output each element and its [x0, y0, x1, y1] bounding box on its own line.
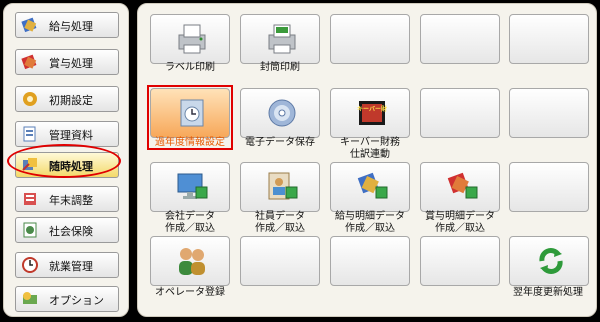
- keeper-finance-badge: キーバー財: [357, 106, 387, 113]
- bonus-icon: [21, 54, 37, 70]
- empty-tile[interactable]: [509, 88, 589, 138]
- sidebar-item-adhoc-processing[interactable]: 随時処理: [15, 152, 119, 178]
- keeper-finance-label: キーバー財務: [340, 137, 400, 148]
- employee-data-import-button[interactable]: [240, 162, 320, 212]
- initial-settings-icon: [23, 92, 37, 106]
- electronic-data-save-button[interactable]: [240, 88, 320, 138]
- sidebar-item-social-insurance[interactable]: 社会保険: [15, 217, 119, 243]
- sidebar-item-label: オプション: [49, 294, 104, 307]
- next-year-update-label: 翌年度更新処理: [513, 287, 583, 298]
- operator-register-button[interactable]: [150, 236, 230, 286]
- management-docs-icon: [23, 126, 36, 142]
- refresh-arrows-icon: [539, 248, 563, 274]
- empty-tile[interactable]: [330, 236, 410, 286]
- envelope-printer-icon: [268, 24, 296, 54]
- sidebar-item-bonus[interactable]: 賞与処理: [15, 49, 119, 75]
- empty-tile[interactable]: [420, 14, 500, 64]
- operator-register-label: オペレータ登録: [155, 287, 225, 298]
- past-year-info-settings-button[interactable]: [150, 88, 230, 138]
- company-data-import-button[interactable]: [150, 162, 230, 212]
- empty-tile[interactable]: [240, 236, 320, 286]
- salary-slip-import-button[interactable]: [330, 162, 410, 212]
- empty-tile[interactable]: [509, 14, 589, 64]
- year-end-adjustment-icon: [24, 193, 36, 205]
- sidebar-item-label: 随時処理: [49, 160, 93, 173]
- keeper-finance-icon: [359, 101, 385, 125]
- envelope-print-button[interactable]: [240, 14, 320, 64]
- sidebar-item-label: 賞与処理: [49, 57, 93, 70]
- attendance-clock-icon: [22, 257, 38, 273]
- company-monitor-icon: [177, 173, 208, 199]
- sidebar-item-management-docs[interactable]: 管理資料: [15, 121, 119, 147]
- operators-icon: [179, 248, 205, 275]
- salary-icon: [21, 17, 37, 33]
- employee-card-icon: [268, 172, 298, 200]
- bonus-slip-sub-label: 作成／取込: [435, 223, 485, 234]
- sidebar-item-salary[interactable]: 給与処理: [15, 12, 119, 38]
- calendar-clock-icon: [180, 99, 204, 127]
- journal-link-label: 仕訳連動: [350, 149, 390, 160]
- sidebar-item-label: 給与処理: [49, 20, 93, 33]
- cd-disc-icon: [268, 99, 296, 127]
- sidebar-item-label: 就業管理: [49, 260, 93, 273]
- sidebar-item-initial-settings[interactable]: 初期設定: [15, 86, 119, 112]
- keeper-finance-journal-button[interactable]: キーバー財: [330, 88, 410, 138]
- sidebar-item-label: 管理資料: [49, 129, 93, 142]
- next-year-update-button[interactable]: [509, 236, 589, 286]
- printer-icon: [178, 24, 206, 54]
- sidebar-item-options[interactable]: オプション: [15, 286, 119, 312]
- social-insurance-icon: [23, 222, 37, 238]
- sidebar-item-attendance[interactable]: 就業管理: [15, 252, 119, 278]
- salary-slip-icon: [357, 172, 388, 199]
- bonus-slip-label: 賞与明細データ: [425, 211, 495, 222]
- bonus-slip-import-button[interactable]: [420, 162, 500, 212]
- sidebar: 給与処理 賞与処理 初期設定 管理資料 随時処理 年末調整 社会保険 就業管理 …: [3, 3, 129, 317]
- empty-tile[interactable]: [509, 162, 589, 212]
- empty-tile[interactable]: [420, 236, 500, 286]
- sidebar-item-label: 年末調整: [49, 194, 93, 207]
- bonus-slip-icon: [447, 172, 478, 199]
- sidebar-item-year-end-adjustment[interactable]: 年末調整: [15, 186, 119, 212]
- sidebar-item-label: 社会保険: [49, 225, 93, 238]
- empty-tile[interactable]: [330, 14, 410, 64]
- label-print-button[interactable]: [150, 14, 230, 64]
- sidebar-item-label: 初期設定: [49, 94, 93, 107]
- empty-tile[interactable]: [420, 88, 500, 138]
- envelope-print-label: 封筒印刷: [260, 62, 300, 73]
- options-icon: [23, 292, 37, 304]
- adhoc-processing-icon: [22, 158, 37, 171]
